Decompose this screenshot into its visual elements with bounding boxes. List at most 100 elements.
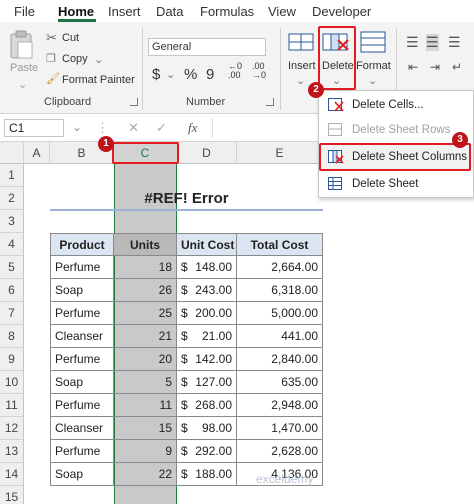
row-header[interactable]: 14: [0, 463, 24, 486]
product-cell[interactable]: Perfume: [50, 348, 114, 371]
units-cell[interactable]: 11: [114, 394, 177, 417]
copy-dropdown-icon[interactable]: ⌄: [94, 53, 103, 66]
currency-button[interactable]: $: [152, 66, 160, 83]
format-dropdown-icon[interactable]: ⌄: [368, 74, 377, 87]
product-cell[interactable]: Perfume: [50, 302, 114, 325]
tab-view[interactable]: View: [268, 4, 296, 19]
currency-dropdown-icon[interactable]: ⌄: [166, 68, 175, 81]
units-cell[interactable]: 20: [114, 348, 177, 371]
unit-cost-cell[interactable]: $21.00: [177, 325, 237, 348]
row-header[interactable]: 2: [0, 187, 24, 210]
row-header[interactable]: 5: [0, 256, 24, 279]
units-cell[interactable]: 22: [114, 463, 177, 486]
align-right-icon[interactable]: ☰: [448, 34, 461, 51]
column-header-d[interactable]: D: [177, 142, 237, 164]
number-format-select[interactable]: General: [148, 38, 266, 56]
total-cost-cell[interactable]: 2,840.00: [237, 348, 323, 371]
tab-developer[interactable]: Developer: [312, 4, 371, 19]
row-header[interactable]: 4: [0, 233, 24, 256]
units-cell[interactable]: 5: [114, 371, 177, 394]
row-header[interactable]: 13: [0, 440, 24, 463]
unit-cost-cell[interactable]: $98.00: [177, 417, 237, 440]
cancel-icon[interactable]: ✕: [128, 120, 139, 136]
cut-button[interactable]: Cut: [62, 32, 79, 44]
unit-cost-cell[interactable]: $142.00: [177, 348, 237, 371]
units-cell[interactable]: 18: [114, 256, 177, 279]
row-header[interactable]: 11: [0, 394, 24, 417]
decrease-indent-icon[interactable]: ⇤: [408, 60, 418, 74]
table-header-cell[interactable]: Total Cost: [237, 233, 323, 256]
namebox-dropdown-icon[interactable]: ⌄: [72, 120, 82, 134]
increase-decimal-icon[interactable]: ←0.00: [228, 62, 242, 80]
tab-data[interactable]: Data: [156, 4, 183, 19]
units-cell[interactable]: 25: [114, 302, 177, 325]
tab-file[interactable]: File: [14, 4, 35, 19]
row-header[interactable]: 9: [0, 348, 24, 371]
formula-input[interactable]: [212, 118, 320, 138]
copy-button[interactable]: Copy: [62, 53, 88, 65]
percent-button[interactable]: %: [184, 66, 197, 83]
unit-cost-cell[interactable]: $268.00: [177, 394, 237, 417]
row-header[interactable]: 15: [0, 486, 24, 504]
row-header[interactable]: 8: [0, 325, 24, 348]
tab-insert[interactable]: Insert: [108, 4, 141, 19]
table-header-cell[interactable]: Unit Cost: [177, 233, 237, 256]
align-center-icon[interactable]: ☰: [426, 34, 439, 51]
paste-dropdown-icon[interactable]: ⌄: [18, 78, 27, 91]
menu-item-delete-sheet-rows[interactable]: Delete Sheet Rows: [319, 118, 473, 143]
row-header[interactable]: 1: [0, 164, 24, 187]
unit-cost-cell[interactable]: $292.00: [177, 440, 237, 463]
format-painter-button[interactable]: Format Painter: [62, 74, 135, 86]
comma-button[interactable]: 9: [206, 66, 214, 83]
product-cell[interactable]: Soap: [50, 279, 114, 302]
menu-item-delete-cells[interactable]: Delete Cells...: [319, 93, 473, 118]
total-cost-cell[interactable]: 635.00: [237, 371, 323, 394]
tab-formulas[interactable]: Formulas: [200, 4, 254, 19]
table-header-cell[interactable]: Product: [50, 233, 114, 256]
increase-indent-icon[interactable]: ⇥: [430, 60, 440, 74]
row-header[interactable]: 7: [0, 302, 24, 325]
format-button[interactable]: Format: [356, 60, 391, 72]
column-header-e[interactable]: E: [237, 142, 323, 164]
total-cost-cell[interactable]: 2,948.00: [237, 394, 323, 417]
table-header-cell[interactable]: Units: [114, 233, 177, 256]
total-cost-cell[interactable]: 6,318.00: [237, 279, 323, 302]
row-header[interactable]: 10: [0, 371, 24, 394]
unit-cost-cell[interactable]: $148.00: [177, 256, 237, 279]
units-cell[interactable]: 15: [114, 417, 177, 440]
insert-button[interactable]: Insert: [288, 60, 316, 72]
product-cell[interactable]: Cleanser: [50, 417, 114, 440]
total-cost-cell[interactable]: 5,000.00: [237, 302, 323, 325]
unit-cost-cell[interactable]: $200.00: [177, 302, 237, 325]
unit-cost-cell[interactable]: $243.00: [177, 279, 237, 302]
clipboard-launcher-icon[interactable]: [130, 98, 138, 106]
product-cell[interactable]: Cleanser: [50, 325, 114, 348]
align-left-icon[interactable]: ☰: [406, 34, 419, 51]
paste-button[interactable]: [8, 30, 36, 62]
select-all-corner[interactable]: [0, 142, 24, 164]
insert-function-icon[interactable]: fx: [188, 120, 197, 136]
row-header[interactable]: 6: [0, 279, 24, 302]
tab-home[interactable]: Home: [58, 4, 94, 19]
product-cell[interactable]: Soap: [50, 371, 114, 394]
unit-cost-cell[interactable]: $188.00: [177, 463, 237, 486]
unit-cost-cell[interactable]: $127.00: [177, 371, 237, 394]
product-cell[interactable]: Perfume: [50, 256, 114, 279]
row-header[interactable]: 3: [0, 210, 24, 233]
product-cell[interactable]: Soap: [50, 463, 114, 486]
total-cost-cell[interactable]: 1,470.00: [237, 417, 323, 440]
insert-dropdown-icon[interactable]: ⌄: [296, 74, 305, 87]
units-cell[interactable]: 21: [114, 325, 177, 348]
decrease-decimal-icon[interactable]: .00 →0: [252, 62, 266, 80]
enter-icon[interactable]: ✓: [156, 120, 167, 136]
product-cell[interactable]: Perfume: [50, 440, 114, 463]
menu-item-delete-sheet[interactable]: Delete Sheet: [319, 172, 473, 197]
units-cell[interactable]: 26: [114, 279, 177, 302]
wrap-text-icon[interactable]: ↵: [452, 60, 462, 74]
total-cost-cell[interactable]: 2,628.00: [237, 440, 323, 463]
total-cost-cell[interactable]: 441.00: [237, 325, 323, 348]
row-header[interactable]: 12: [0, 417, 24, 440]
product-cell[interactable]: Perfume: [50, 394, 114, 417]
name-box[interactable]: C1: [4, 119, 64, 137]
column-header-a[interactable]: A: [24, 142, 50, 164]
